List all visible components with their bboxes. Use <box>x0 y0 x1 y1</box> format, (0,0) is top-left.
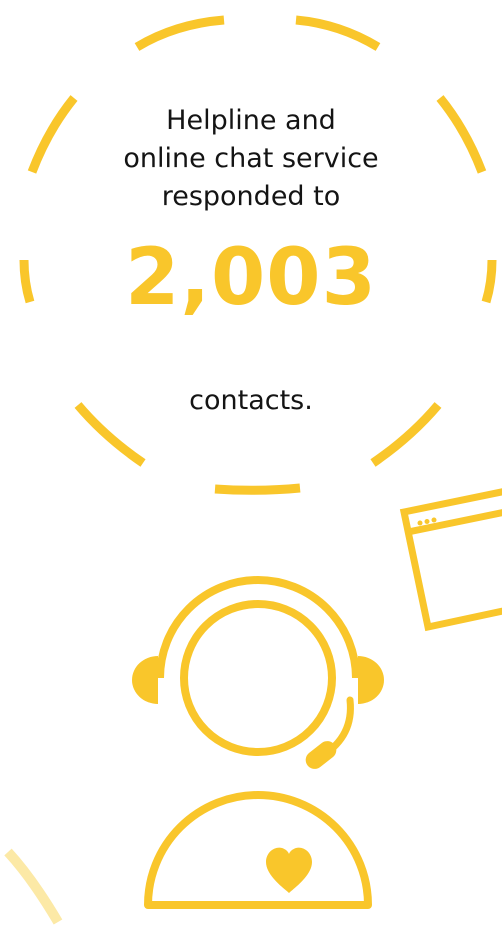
browser-dot-3 <box>431 517 437 523</box>
browser-dot-2 <box>424 519 430 524</box>
frame-dash-right-middle <box>481 259 497 304</box>
headset-ear-left <box>132 656 158 704</box>
intro-line-1: Helpline and <box>166 105 336 136</box>
decorative-arc <box>4 848 63 925</box>
frame-dash-top-left <box>134 15 225 51</box>
agent-body <box>144 791 372 909</box>
browser-window-titlebar <box>407 509 502 536</box>
headset-ear-right <box>358 656 384 704</box>
browser-window-frame <box>399 488 502 632</box>
contacts-count: 2,003 <box>125 233 377 323</box>
intro-line-3: responded to <box>161 181 341 212</box>
frame-dash-left-middle <box>19 259 35 304</box>
frame-dash-bottom <box>214 483 301 495</box>
browser-window-icon <box>399 488 502 632</box>
headset-agent-icon <box>132 576 384 909</box>
frame-dash-top-right <box>295 15 381 51</box>
intro-line-2: online chat service <box>123 143 379 174</box>
heart-icon <box>266 847 312 893</box>
frame-dash-right-upper <box>436 95 487 174</box>
outro-text: contacts. <box>189 385 313 416</box>
browser-dot-1 <box>417 520 423 526</box>
agent-head <box>180 600 336 756</box>
intro-text: Helpline and online chat service respond… <box>60 102 442 216</box>
